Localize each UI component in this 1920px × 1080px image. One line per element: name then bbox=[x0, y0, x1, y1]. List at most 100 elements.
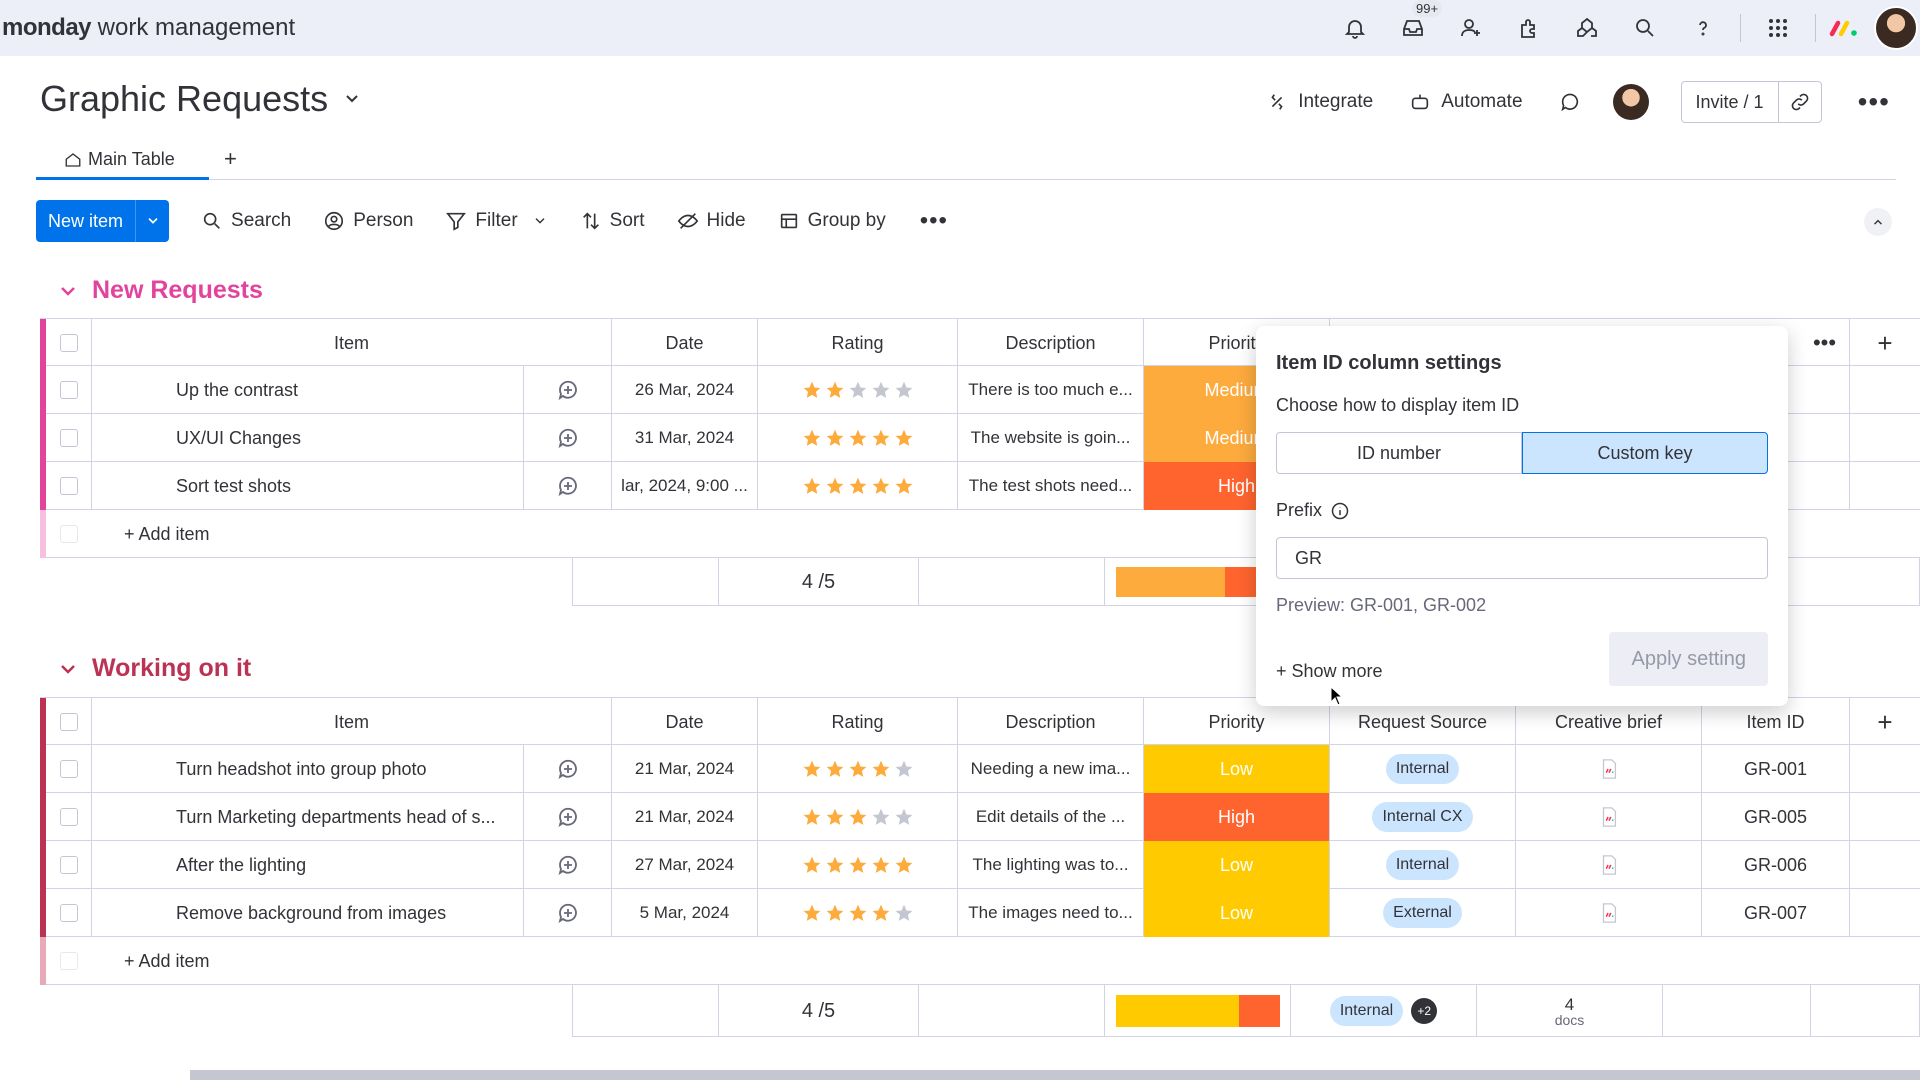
item-name[interactable]: UX/UI Changes bbox=[92, 414, 524, 462]
item-name[interactable]: Turn headshot into group photo bbox=[92, 745, 524, 793]
star-icon[interactable] bbox=[894, 428, 914, 448]
description-cell[interactable]: There is too much e... bbox=[958, 366, 1144, 414]
document-icon[interactable] bbox=[1598, 758, 1620, 780]
add-update-icon[interactable] bbox=[524, 793, 612, 841]
creative-brief-cell[interactable] bbox=[1516, 793, 1702, 841]
automate-button[interactable]: Automate bbox=[1409, 91, 1523, 113]
table-row[interactable]: After the lighting 27 Mar, 2024 The lighti… bbox=[40, 841, 1920, 889]
star-icon[interactable] bbox=[894, 807, 914, 827]
source-summary-chip[interactable]: Internal bbox=[1329, 996, 1404, 1026]
chevron-down-icon[interactable] bbox=[58, 281, 78, 301]
creative-brief-cell[interactable] bbox=[1516, 745, 1702, 793]
date-cell[interactable]: 27 Mar, 2024 bbox=[612, 841, 758, 889]
star-icon[interactable] bbox=[848, 759, 868, 779]
request-source-cell[interactable]: Internal CX bbox=[1330, 793, 1516, 841]
rating-cell[interactable] bbox=[758, 414, 958, 462]
priority-status[interactable]: Low bbox=[1144, 841, 1330, 889]
star-icon[interactable] bbox=[894, 903, 914, 923]
request-source-cell[interactable]: Internal bbox=[1330, 745, 1516, 793]
hide-button[interactable]: Hide bbox=[677, 210, 746, 232]
inbox-icon[interactable]: 99+ bbox=[1384, 0, 1443, 56]
add-item-input[interactable]: + Add item bbox=[110, 510, 610, 558]
description-cell[interactable]: Needing a new ima... bbox=[958, 745, 1144, 793]
creative-brief-cell[interactable] bbox=[1516, 889, 1702, 937]
show-more-link[interactable]: + Show more bbox=[1276, 661, 1383, 682]
star-icon[interactable] bbox=[825, 476, 845, 496]
star-icon[interactable] bbox=[802, 855, 822, 875]
new-item-label[interactable]: New item bbox=[36, 200, 135, 242]
column-header-item[interactable]: Item bbox=[92, 319, 612, 367]
item-name[interactable]: Remove background from images bbox=[92, 889, 524, 937]
star-icon[interactable] bbox=[848, 428, 868, 448]
star-icon[interactable] bbox=[802, 903, 822, 923]
apply-setting-button[interactable]: Apply setting bbox=[1609, 632, 1768, 686]
star-icon[interactable] bbox=[802, 476, 822, 496]
person-filter-button[interactable]: Person bbox=[323, 210, 413, 232]
star-icon[interactable] bbox=[871, 380, 891, 400]
star-icon[interactable] bbox=[871, 903, 891, 923]
prefix-input[interactable] bbox=[1276, 537, 1768, 579]
description-cell[interactable]: Edit details of the ... bbox=[958, 793, 1144, 841]
filter-button[interactable]: Filter bbox=[445, 210, 547, 232]
item-name[interactable]: Up the contrast bbox=[92, 366, 524, 414]
group-header-new-requests[interactable]: New Requests bbox=[58, 276, 263, 305]
rating-cell[interactable] bbox=[758, 889, 958, 937]
notifications-icon[interactable] bbox=[1326, 0, 1384, 56]
star-icon[interactable] bbox=[825, 903, 845, 923]
star-icon[interactable] bbox=[871, 476, 891, 496]
request-source-cell[interactable]: Internal bbox=[1330, 841, 1516, 889]
source-chip[interactable]: Internal CX bbox=[1372, 802, 1473, 832]
rating-cell[interactable] bbox=[758, 462, 958, 510]
star-icon[interactable] bbox=[871, 807, 891, 827]
item-name[interactable]: Sort test shots bbox=[92, 462, 524, 510]
integrations-icon[interactable] bbox=[1558, 0, 1616, 56]
add-update-icon[interactable] bbox=[524, 889, 612, 937]
row-checkbox[interactable] bbox=[46, 366, 92, 414]
star-icon[interactable] bbox=[848, 380, 868, 400]
rating-cell[interactable] bbox=[758, 366, 958, 414]
star-icon[interactable] bbox=[825, 380, 845, 400]
board-owner-avatar[interactable] bbox=[1612, 84, 1649, 120]
select-all-checkbox[interactable] bbox=[46, 698, 92, 746]
id-number-option[interactable]: ID number bbox=[1276, 432, 1522, 474]
more-actions-icon[interactable]: ••• bbox=[920, 207, 948, 235]
date-cell[interactable]: 31 Mar, 2024 bbox=[612, 414, 758, 462]
source-chip[interactable]: Internal bbox=[1385, 754, 1460, 784]
priority-status[interactable]: Low bbox=[1144, 889, 1330, 937]
date-cell[interactable]: 21 Mar, 2024 bbox=[612, 745, 758, 793]
group-title[interactable]: Working on it bbox=[92, 654, 251, 683]
chevron-down-icon[interactable] bbox=[135, 200, 169, 242]
add-column-button[interactable]: + bbox=[1850, 319, 1920, 367]
invite-members-icon[interactable] bbox=[1442, 0, 1500, 56]
updates-button[interactable] bbox=[1559, 91, 1581, 113]
star-icon[interactable] bbox=[802, 807, 822, 827]
add-update-icon[interactable] bbox=[524, 462, 612, 510]
table-row[interactable]: Turn Marketing departments head of s... 2… bbox=[40, 793, 1920, 841]
table-row[interactable]: Turn headshot into group photo 21 Mar, 20… bbox=[40, 745, 1920, 793]
request-source-cell[interactable]: External bbox=[1330, 889, 1516, 937]
star-icon[interactable] bbox=[894, 380, 914, 400]
star-icon[interactable] bbox=[848, 807, 868, 827]
star-icon[interactable] bbox=[871, 759, 891, 779]
star-icon[interactable] bbox=[848, 903, 868, 923]
custom-key-option[interactable]: Custom key bbox=[1522, 432, 1768, 474]
star-icon[interactable] bbox=[894, 855, 914, 875]
date-cell[interactable]: 21 Mar, 2024 bbox=[612, 793, 758, 841]
collapse-header-button[interactable] bbox=[1864, 208, 1892, 236]
date-cell[interactable]: lar, 2024, 9:00 ... bbox=[612, 462, 758, 510]
info-icon[interactable] bbox=[1330, 501, 1350, 521]
rating-cell[interactable] bbox=[758, 745, 958, 793]
group-by-button[interactable]: Group by bbox=[778, 210, 886, 232]
column-header-date[interactable]: Date bbox=[612, 698, 758, 746]
document-icon[interactable] bbox=[1598, 806, 1620, 828]
add-column-button[interactable]: + bbox=[1850, 698, 1920, 746]
invite-label[interactable]: Invite / 1 bbox=[1682, 81, 1779, 123]
star-icon[interactable] bbox=[802, 380, 822, 400]
group-header-working-on-it[interactable]: Working on it bbox=[58, 654, 251, 683]
date-cell[interactable]: 5 Mar, 2024 bbox=[612, 889, 758, 937]
star-icon[interactable] bbox=[871, 855, 891, 875]
board-title[interactable]: Graphic Requests bbox=[40, 78, 328, 120]
source-chip[interactable]: Internal bbox=[1385, 850, 1460, 880]
priority-status[interactable]: High bbox=[1144, 793, 1330, 841]
group-title[interactable]: New Requests bbox=[92, 276, 263, 305]
